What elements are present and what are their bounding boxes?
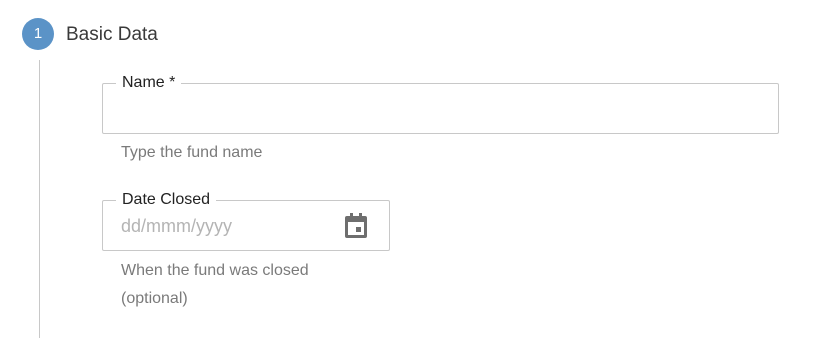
name-helper-text: Type the fund name xyxy=(121,144,263,161)
form-page: 1 Basic Data Name * Type the fund name D… xyxy=(0,0,813,338)
step-connector-line xyxy=(39,60,40,338)
date-closed-input[interactable]: dd/mmm/yyyy xyxy=(121,215,232,237)
date-closed-field[interactable]: Date Closed dd/mmm/yyyy xyxy=(102,190,390,251)
date-closed-label: Date Closed xyxy=(116,190,217,210)
step-number-badge: 1 xyxy=(22,18,54,50)
name-field-label: Name * xyxy=(116,73,182,93)
calendar-icon[interactable] xyxy=(343,212,369,240)
step-title: Basic Data xyxy=(66,24,158,45)
date-closed-helper-text: When the fund was closed (optional) xyxy=(121,262,309,307)
name-field[interactable]: Name * xyxy=(102,73,779,134)
